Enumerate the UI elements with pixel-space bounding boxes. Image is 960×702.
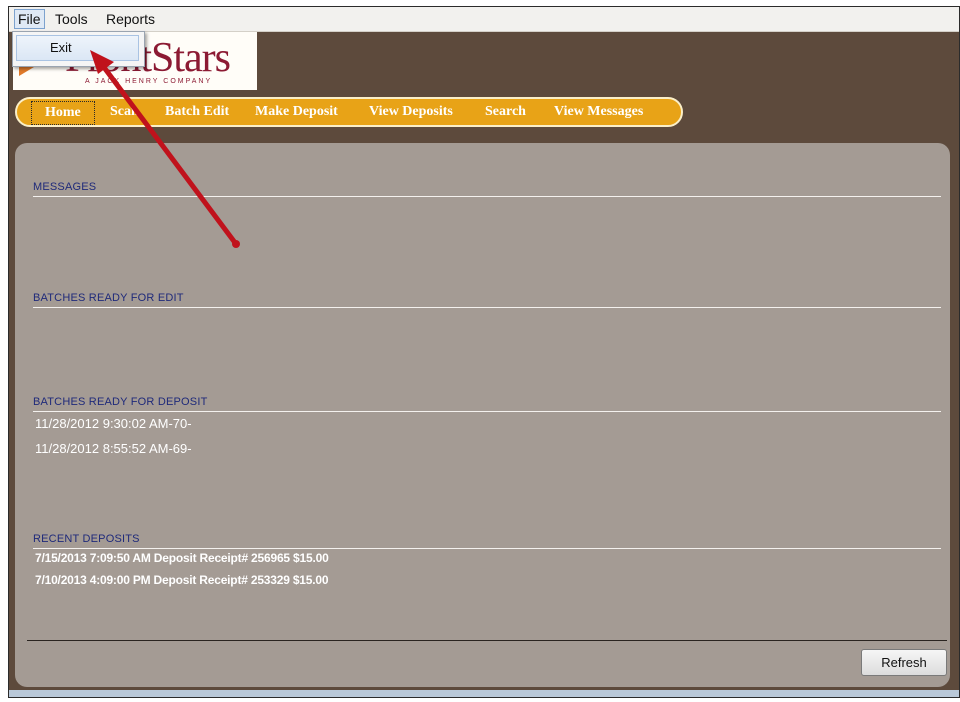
menu-item-exit[interactable]: Exit	[16, 35, 139, 61]
nav-view-deposits[interactable]: View Deposits	[369, 99, 453, 125]
window-bottom-edge	[9, 690, 959, 697]
nav-view-messages[interactable]: View Messages	[554, 99, 643, 125]
refresh-button[interactable]: Refresh	[861, 649, 947, 676]
nav-scan[interactable]: Scan	[110, 99, 139, 125]
batches-deposit-rule	[33, 411, 941, 412]
batches-deposit-title: BATCHES READY FOR DEPOSIT	[33, 396, 208, 408]
app-window: File Tools Reports Exit FrontStars A JAC…	[8, 6, 960, 698]
nav-make-deposit[interactable]: Make Deposit	[255, 99, 338, 125]
logo-tagline: A JACK HENRY COMPANY	[85, 78, 213, 85]
batch-deposit-item[interactable]: 11/28/2012 8:55:52 AM-69-	[35, 441, 192, 456]
file-menu-dropdown: Exit	[12, 31, 145, 67]
footer-divider	[27, 640, 947, 641]
home-panel: MESSAGES BATCHES READY FOR EDIT BATCHES …	[15, 143, 950, 687]
recent-deposits-title: RECENT DEPOSITS	[33, 533, 140, 545]
menu-tools[interactable]: Tools	[52, 10, 91, 28]
menu-reports[interactable]: Reports	[103, 10, 158, 28]
main-nav: Home Scan Batch Edit Make Deposit View D…	[15, 97, 683, 127]
recent-deposit-item[interactable]: 7/10/2013 4:09:00 PM Deposit Receipt# 25…	[35, 573, 329, 587]
batches-edit-rule	[33, 307, 941, 308]
recent-deposits-rule	[33, 548, 941, 549]
nav-home[interactable]: Home	[31, 101, 95, 125]
recent-deposit-item[interactable]: 7/15/2013 7:09:50 AM Deposit Receipt# 25…	[35, 551, 329, 565]
nav-search[interactable]: Search	[485, 99, 526, 125]
messages-title: MESSAGES	[33, 181, 97, 193]
menu-bar: File Tools Reports	[9, 7, 959, 32]
menu-file[interactable]: File	[14, 9, 45, 29]
batches-edit-title: BATCHES READY FOR EDIT	[33, 292, 184, 304]
messages-rule	[33, 196, 941, 197]
batch-deposit-item[interactable]: 11/28/2012 9:30:02 AM-70-	[35, 416, 192, 431]
nav-batch-edit[interactable]: Batch Edit	[165, 99, 229, 125]
